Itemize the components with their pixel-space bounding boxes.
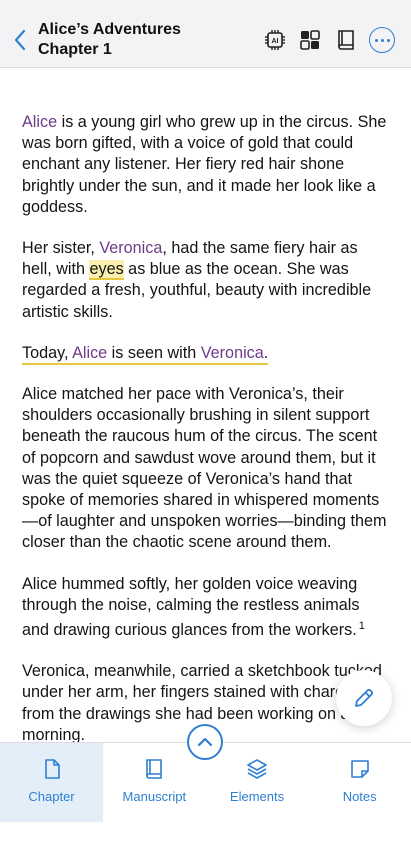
nav-manuscript[interactable]: Manuscript	[103, 743, 206, 822]
paragraph-5: Alice hummed softly, her golden voice we…	[22, 574, 389, 642]
character-link-veronica[interactable]: Veronica	[201, 344, 264, 362]
page-icon	[44, 759, 60, 779]
more-icon[interactable]	[369, 27, 395, 53]
character-link-veronica[interactable]: Veronica	[99, 239, 162, 257]
top-bar: Alice’s Adventures Chapter 1 AI	[0, 0, 411, 68]
note-icon	[350, 760, 369, 778]
nav-notes[interactable]: Notes	[308, 743, 411, 822]
chevron-up-icon[interactable]	[187, 724, 223, 760]
nav-chapter[interactable]: Chapter	[0, 743, 103, 822]
highlighted-word[interactable]: eyes	[89, 260, 124, 281]
character-link-alice[interactable]: Alice	[22, 113, 57, 131]
paragraph-text: Alice hummed softly, her golden voice we…	[22, 574, 360, 640]
book-icon[interactable]	[334, 28, 358, 52]
nav-label: Elements	[229, 789, 285, 804]
paragraph-1: Alice is a young girl who grew up in the…	[22, 112, 389, 218]
layout-icon[interactable]	[298, 28, 322, 52]
footnote-marker[interactable]: 1	[359, 620, 365, 632]
nav-label: Chapter	[28, 789, 75, 804]
pencil-icon[interactable]	[336, 670, 392, 726]
book-title: Alice’s Adventures	[38, 21, 181, 38]
paragraph-text: is seen with	[107, 343, 201, 362]
home-indicator-area	[0, 822, 411, 848]
paragraph-text: .	[263, 343, 269, 362]
paragraph-text: is a young girl who grew up in the circu…	[22, 113, 387, 216]
book-icon	[146, 759, 163, 779]
ai-chip-icon[interactable]: AI	[263, 28, 287, 52]
paragraph-2: Her sister, Veronica, had the same fiery…	[22, 238, 389, 323]
nav-label: Notes	[342, 789, 377, 804]
title-block: Alice’s Adventures Chapter 1	[38, 20, 181, 60]
chapter-text[interactable]: Alice is a young girl who grew up in the…	[0, 68, 411, 742]
character-link-alice[interactable]: Alice	[72, 344, 107, 362]
paragraph-4: Alice matched her pace with Veronica’s, …	[22, 385, 387, 552]
paragraph-text: Her sister,	[22, 239, 100, 258]
paragraph-3: Today, Alice is seen with Veronica.	[22, 343, 389, 365]
nav-label: Manuscript	[122, 789, 187, 804]
paragraph-text: Today,	[22, 343, 73, 362]
highlighted-sentence[interactable]: Today, Alice is seen with Veronica.	[22, 343, 269, 365]
chapter-title: Chapter 1	[38, 41, 112, 58]
svg-text:AI: AI	[272, 38, 279, 45]
nav-elements[interactable]: Elements	[206, 743, 309, 822]
back-chevron-icon[interactable]	[10, 26, 32, 54]
layers-icon	[247, 759, 267, 779]
